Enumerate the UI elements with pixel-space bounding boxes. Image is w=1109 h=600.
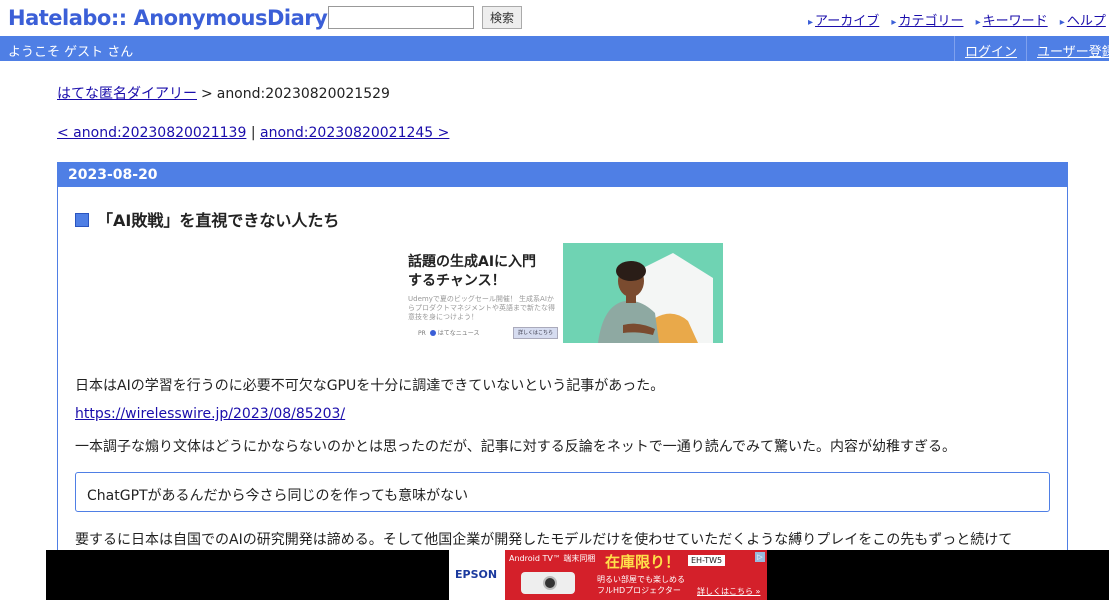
day-section: 2023-08-20 「AI敗戦」を直視できない人たち 話題の生成AIに入門 す… — [57, 162, 1068, 562]
blockquote: ChatGPTがあるんだから今さら同じのを作っても意味がない — [75, 472, 1050, 512]
register-link[interactable]: ユーザー登録 — [1037, 41, 1109, 60]
ad-footer-text: はてなニュース — [437, 330, 480, 337]
ad-headline-line1: 話題の生成AIに入門 — [408, 254, 537, 270]
ad-photo — [563, 243, 723, 343]
entry-paragraph: 日本はAIの学習を行うのに必要不可欠なGPUを十分に調達できていないという記事が… — [75, 378, 665, 394]
ad-footer: PR はてなニュース — [418, 328, 480, 337]
header: Hatelabo:: AnonymousDiary 検索 ▸ アーカイブ ▸ カテゴ… — [0, 0, 1109, 36]
ad-model: EH-TW5 — [688, 555, 726, 566]
entry-paragraph: 一本調子な煽り文体はどうにかならないのかとは思ったのだが、記事に対する反論をネッ… — [75, 439, 957, 455]
entry-paragraph: 要するに日本は自国でのAIの研究開発は諦める。そして他国企業が開発したモデルだけ… — [75, 532, 1013, 548]
breadcrumb-separator: > — [201, 86, 213, 102]
top-nav: ▸ アーカイブ ▸ カテゴリー ▸ キーワード ▸ ヘルプ — [808, 10, 1109, 29]
inline-ad[interactable]: 話題の生成AIに入門 するチャンス！ Udemyで夏のビッグセール開催！ 生成系… — [398, 243, 723, 343]
search-button[interactable]: 検索 — [482, 6, 522, 29]
entry-title-row: 「AI敗戦」を直視できない人たち — [75, 207, 339, 231]
ad-copy: 明るい部屋でも楽しめる フルHDプロジェクター — [597, 574, 685, 596]
adchoices-icon[interactable]: ▷ — [755, 552, 765, 562]
ad-pr-tag: PR — [418, 330, 426, 337]
ad-copy-line2: フルHDプロジェクター — [597, 586, 681, 595]
breadcrumb: はてな匿名ダイアリー > anond:20230820021529 — [57, 83, 390, 103]
chevron-right-icon: ▸ — [808, 17, 814, 28]
breadcrumb-current: anond:20230820021529 — [216, 86, 390, 102]
nav-keyword-link[interactable]: キーワード — [983, 10, 1048, 29]
hatena-news-icon — [429, 330, 436, 336]
entry-permalink-icon[interactable] — [75, 213, 89, 227]
chevron-right-icon: ▸ — [891, 17, 897, 28]
divider — [1026, 36, 1027, 61]
ad-headline-line2: するチャンス！ — [408, 273, 506, 289]
projector-lens-icon — [543, 576, 557, 590]
entry-title: 「AI敗戦」を直視できない人たち — [97, 211, 340, 230]
breadcrumb-home-link[interactable]: はてな匿名ダイアリー — [57, 86, 197, 102]
prev-entry-link[interactable]: < anond:20230820021139 — [57, 125, 246, 141]
nav-category-link[interactable]: カテゴリー — [898, 10, 963, 29]
ad-cta-button[interactable]: 詳しくはこちら — [513, 327, 558, 339]
bottom-ad-banner: EPSON Android TV™ 端末同梱 在庫限り！ EH-TW5 明るい部… — [46, 550, 1109, 600]
ad-more-link[interactable]: 詳しくはこちら » — [697, 586, 760, 597]
day-date[interactable]: 2023-08-20 — [58, 163, 1067, 187]
login-link[interactable]: ログイン — [965, 41, 1017, 60]
ad-tag: Android TV™ 端末同梱 — [509, 554, 596, 563]
ad-subtext: Udemyで夏のビッグセール開催！ 生成系AIからプロダクトマネジメントや英語ま… — [408, 295, 555, 321]
nav-archive-link[interactable]: アーカイブ — [815, 10, 879, 29]
ad-red-panel: Android TV™ 端末同梱 在庫限り！ EH-TW5 明るい部屋でも楽しめ… — [505, 550, 767, 600]
entry-pager: < anond:20230820021139 | anond:202308200… — [57, 125, 449, 141]
article-link[interactable]: https://wirelesswire.jp/2023/08/85203/ — [75, 406, 345, 422]
search-input[interactable] — [328, 6, 474, 29]
ad-headline: 話題の生成AIに入門 するチャンス！ — [408, 253, 536, 291]
chevron-right-icon: ▸ — [975, 17, 981, 28]
pager-divider: | — [250, 125, 256, 141]
welcome-text: ようこそ ゲスト さん — [8, 45, 134, 60]
divider — [954, 36, 955, 61]
ad-headline: 在庫限り！ — [605, 553, 681, 571]
user-bar: ようこそ ゲスト さん ログイン ユーザー登録 — [0, 36, 1109, 61]
chevron-right-icon: ▸ — [1059, 17, 1065, 28]
ad-brand-logo: EPSON — [455, 568, 498, 581]
site-logo[interactable]: Hatelabo:: AnonymousDiary — [8, 6, 328, 30]
nav-help-link[interactable]: ヘルプ — [1067, 10, 1106, 29]
epson-ad[interactable]: EPSON Android TV™ 端末同梱 在庫限り！ EH-TW5 明るい部… — [449, 550, 767, 600]
ad-copy-line1: 明るい部屋でも楽しめる — [597, 575, 685, 584]
person-illustration-icon — [598, 253, 713, 343]
next-entry-link[interactable]: anond:20230820021245 > — [260, 125, 449, 141]
